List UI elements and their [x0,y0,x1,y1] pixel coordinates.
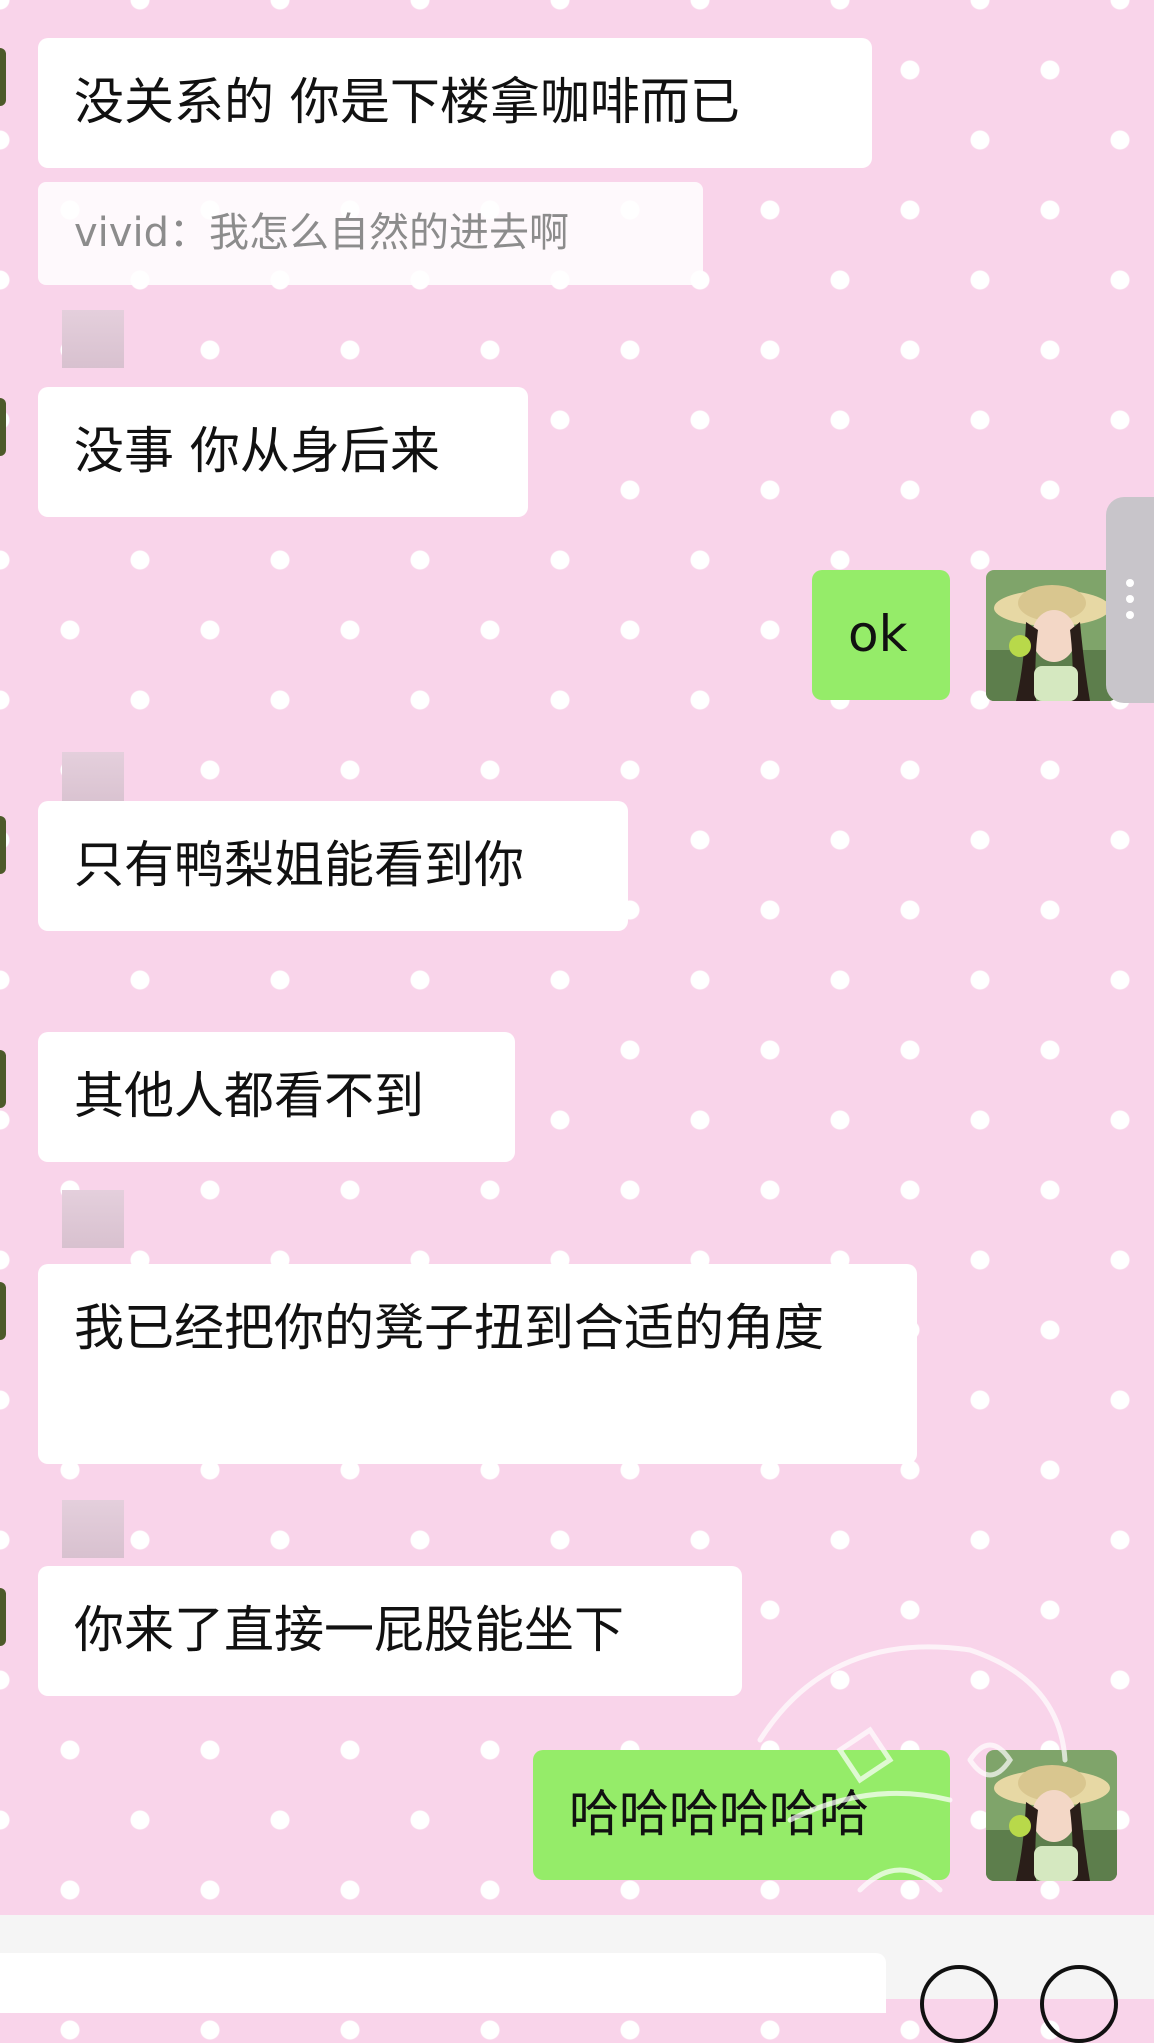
blurred-avatar [62,1190,124,1248]
user-avatar[interactable] [986,570,1117,701]
plus-icon[interactable] [1040,1965,1118,2043]
floating-side-handle[interactable] [1106,497,1154,703]
emoji-icon[interactable] [920,1965,998,2043]
message-bubble-incoming[interactable]: 没关系的 你是下楼拿咖啡而已 [38,38,872,168]
blurred-avatar [62,310,124,368]
message-input[interactable] [0,1953,886,2013]
bottom-input-bar [0,1915,1154,2043]
contact-avatar-edge[interactable] [0,48,6,106]
contact-avatar-edge[interactable] [0,816,6,874]
contact-avatar-edge[interactable] [0,1050,6,1108]
message-bubble-incoming[interactable]: 我已经把你的凳子扭到合适的角度 [38,1264,917,1464]
message-bubble-incoming[interactable]: 没事 你从身后来 [38,387,528,517]
quoted-message[interactable]: vivid：我怎么自然的进去啊 [38,182,703,285]
message-bubble-incoming[interactable]: 你来了直接一屁股能坐下 [38,1566,742,1696]
blurred-avatar [62,1500,124,1558]
user-avatar[interactable] [986,1750,1117,1881]
message-bubble-outgoing[interactable]: ok [812,570,950,700]
contact-avatar-edge[interactable] [0,1588,6,1646]
user-avatar-image [986,1750,1117,1881]
message-bubble-incoming[interactable]: 其他人都看不到 [38,1032,515,1162]
contact-avatar-edge[interactable] [0,1282,6,1340]
user-avatar-image [986,570,1117,701]
message-bubble-outgoing[interactable]: 哈哈哈哈哈哈 [533,1750,950,1880]
contact-avatar-edge[interactable] [0,398,6,456]
message-bubble-incoming[interactable]: 只有鸭梨姐能看到你 [38,801,628,931]
